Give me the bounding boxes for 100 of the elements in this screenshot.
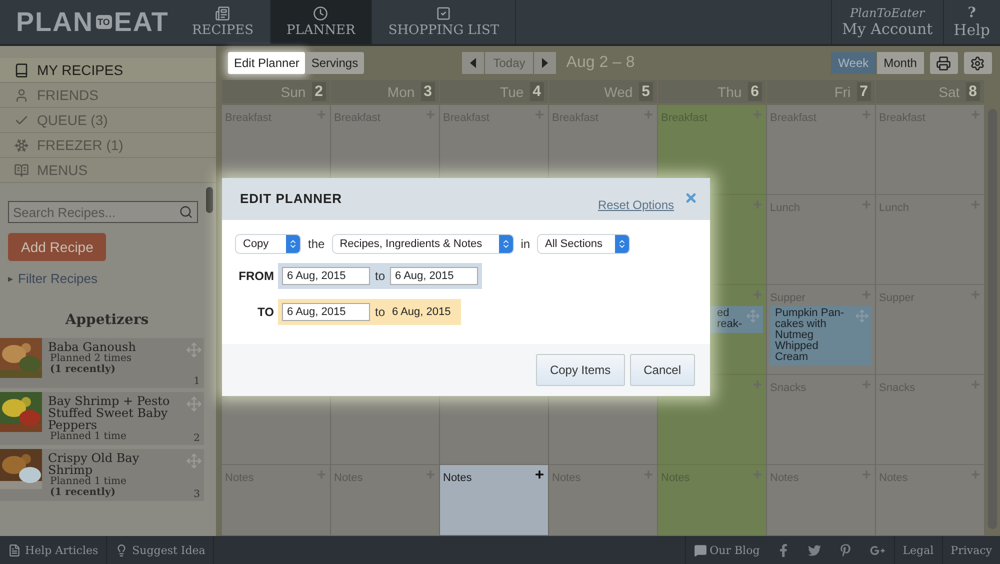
mode-button[interactable]: Servings xyxy=(305,52,364,74)
add-recipe-button[interactable]: Add Recipe xyxy=(8,233,106,261)
content-select[interactable]: Recipes, Ingredients & Notes xyxy=(332,235,513,253)
footer-label: Help Articles xyxy=(25,544,98,556)
day-number: 5 xyxy=(638,82,653,101)
move-icon[interactable] xyxy=(746,309,760,323)
document-icon xyxy=(8,544,21,556)
range-label: FROM xyxy=(238,269,274,283)
footer-link[interactable]: Help Articles xyxy=(0,536,108,564)
menu-label: QUEUE (3) xyxy=(37,112,108,128)
menu-label: FREEZER (1) xyxy=(37,137,124,153)
nav-label: SHOPPING LIST xyxy=(388,23,500,38)
snow-icon xyxy=(14,138,29,152)
connector-text: to xyxy=(375,305,386,319)
move-icon[interactable] xyxy=(855,309,869,323)
user-name: PlanToEater xyxy=(850,6,925,20)
chat-icon xyxy=(694,544,707,556)
nav-icon xyxy=(313,6,328,21)
day-number: 8 xyxy=(966,82,980,101)
meal-label: Notes xyxy=(443,472,472,484)
category-heading: Appetizers xyxy=(64,312,150,328)
filter-link[interactable]: Filter Recipes xyxy=(18,271,98,286)
connector-text: to xyxy=(375,269,386,283)
date-range: Aug 2 – 8 xyxy=(566,54,635,72)
menu-label: FRIENDS xyxy=(37,87,98,103)
planner-cell[interactable]: Notes xyxy=(440,465,548,536)
reset-options-link[interactable]: Reset Options xyxy=(598,198,674,212)
recipe-title: Pumpkin Pan- cakes with Nutmeg Whipped Cream xyxy=(775,307,844,363)
day-number: 4 xyxy=(530,82,544,101)
nav-icon xyxy=(215,6,230,21)
recipe-number: 2 xyxy=(194,433,200,444)
nav-icon xyxy=(436,6,452,21)
nav-label: RECIPES xyxy=(192,23,254,38)
action-select[interactable]: Copy xyxy=(236,235,300,253)
recipe-title: ed reak- xyxy=(717,307,742,330)
view-button[interactable]: Week xyxy=(831,52,876,74)
end-date-field[interactable]: 6 Aug, 2015 xyxy=(390,267,478,285)
connector-text: the xyxy=(308,237,325,251)
help-link[interactable]: ? Help xyxy=(942,0,1000,44)
search-icon xyxy=(179,205,193,219)
account-link[interactable]: PlanToEater My Account xyxy=(831,0,943,44)
person-icon xyxy=(14,88,29,102)
recipe-card[interactable]: Pumpkin Pan- cakes with Nutmeg Whipped Cream xyxy=(770,306,872,366)
print-button[interactable] xyxy=(930,52,958,74)
menu-icon xyxy=(14,162,29,178)
printer-icon xyxy=(936,56,952,70)
stepper-icon xyxy=(498,235,513,253)
previous-button[interactable] xyxy=(462,52,484,74)
recipe-name: Baba Ganoush xyxy=(48,341,137,353)
help-label: Help xyxy=(954,21,990,39)
settings-button[interactable] xyxy=(964,52,992,74)
close-button[interactable] xyxy=(684,191,698,205)
menu-label: MENUS xyxy=(37,162,88,178)
sections-select[interactable]: All Sections xyxy=(538,235,630,253)
nav-label: PLANNER xyxy=(286,23,356,38)
footer-link[interactable]: Suggest Idea xyxy=(107,536,214,564)
scrollbar[interactable] xyxy=(206,187,213,213)
footer-link[interactable]: Privacy xyxy=(942,536,1000,564)
help-icon: ? xyxy=(968,5,976,21)
footer-link[interactable]: Legal xyxy=(894,536,942,564)
planned-count: Planned 1 time xyxy=(50,476,128,487)
planned-count: Planned 2 times xyxy=(49,353,133,364)
copy-items-button[interactable]: Copy Items xyxy=(536,354,625,386)
move-icon[interactable] xyxy=(186,453,202,469)
blog-link[interactable]: Our Blog xyxy=(684,536,768,564)
settings-icon xyxy=(970,56,986,70)
day-number: 2 xyxy=(312,82,326,101)
nav-tab[interactable]: PLANNER xyxy=(270,0,372,44)
recipe-item[interactable]: Bay Shrimp + Pesto Stuffed Sweet Baby Peppers Planned 1 time 2 xyxy=(0,392,204,445)
recipe-item[interactable]: Crispy Old Bay Shrimp Planned 1 time (1 recently) 3 xyxy=(0,449,204,501)
move-icon[interactable] xyxy=(186,396,202,412)
account-label: My Account xyxy=(842,20,933,38)
start-date-field[interactable]: 6 Aug, 2015 xyxy=(282,267,370,285)
cancel-button[interactable]: Cancel xyxy=(630,354,695,386)
lightbulb-icon xyxy=(115,544,128,556)
move-icon[interactable] xyxy=(186,342,202,358)
left-triangle-icon xyxy=(469,58,478,68)
view-button[interactable]: Month xyxy=(876,52,924,74)
recipe-item[interactable]: Baba Ganoush Planned 2 times (1 recently) 1 xyxy=(0,338,204,388)
book-icon xyxy=(14,62,29,78)
menu-item[interactable]: MY RECIPES xyxy=(0,58,216,83)
stepper-icon xyxy=(615,235,630,253)
add-icon[interactable] xyxy=(534,469,545,480)
next-button[interactable] xyxy=(534,52,556,74)
nav-tab[interactable]: SHOPPING LIST xyxy=(372,0,516,44)
start-date-field[interactable]: 6 Aug, 2015 xyxy=(282,303,370,321)
triangle-marker: ▸ xyxy=(8,272,13,284)
recipe-number: 3 xyxy=(194,489,200,500)
footer-label: Suggest Idea xyxy=(132,544,206,556)
day-number: 3 xyxy=(420,82,435,101)
day-number: 7 xyxy=(856,82,871,101)
recipe-name: Crispy Old Bay Shrimp xyxy=(48,452,140,476)
planned-count: Planned 1 time xyxy=(50,431,128,442)
connector-text: in xyxy=(520,237,530,251)
mode-button[interactable]: Edit Planner xyxy=(228,52,306,74)
blog-label: Our Blog xyxy=(710,544,760,556)
search-field[interactable]: Search Recipes... xyxy=(8,201,198,223)
recipe-name: Bay Shrimp + Pesto Stuffed Sweet Baby Peppers xyxy=(48,395,171,431)
menu-label: MY RECIPES xyxy=(37,62,124,78)
day-number: 6 xyxy=(748,82,762,101)
